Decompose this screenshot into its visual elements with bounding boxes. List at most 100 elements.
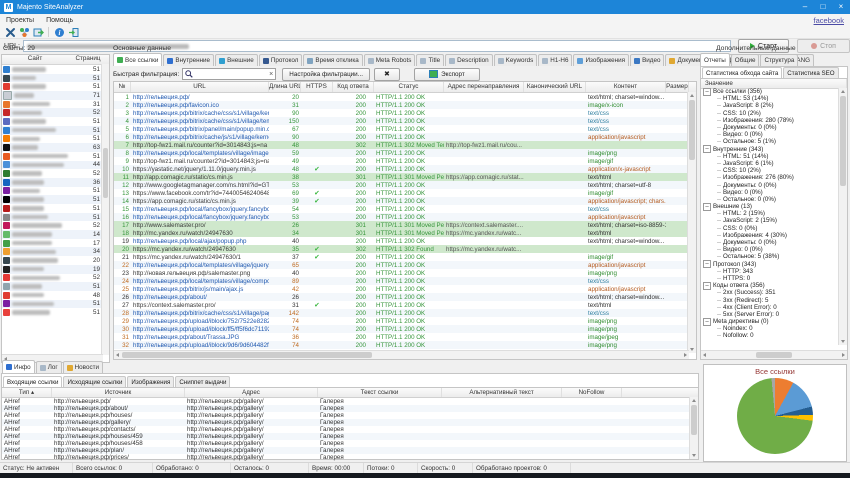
tree-node[interactable]: JavaScript: 6 (1%) <box>701 160 839 167</box>
links-subtab[interactable]: Входящие ссылки <box>3 376 62 387</box>
site-row[interactable]: 34 <box>2 247 109 256</box>
site-row[interactable]: 31 <box>2 100 109 109</box>
tree-node[interactable]: –Протокол (343) <box>701 261 839 268</box>
site-row[interactable]: 51 <box>2 135 109 144</box>
export-icon[interactable] <box>31 26 45 38</box>
site-row[interactable]: 51 <box>2 152 109 161</box>
column-header[interactable]: Канонический URL <box>524 82 586 92</box>
tab-description[interactable]: Description <box>445 54 493 66</box>
stats-horizontal-scrollbar[interactable] <box>701 350 847 359</box>
right-tab-общие[interactable]: Общие <box>731 54 760 66</box>
table-row[interactable]: 28http://гельвеция.рф/bitrix/cache/css/s… <box>114 309 696 317</box>
incoming-link-row[interactable]: AHrefhttp://гельвеция.рф/http://гельвеци… <box>2 398 698 405</box>
site-row[interactable]: 14 <box>2 230 109 239</box>
table-row[interactable]: 32http://гельвеция.рф/upload/iblock/9d6/… <box>114 341 696 349</box>
menu-projects[interactable]: Проекты <box>0 17 40 24</box>
tree-node[interactable]: Документы: 0 (0%) <box>701 181 839 188</box>
table-row[interactable]: 3http://гельвеция.рф/bitrix/cache/css/s1… <box>114 109 696 117</box>
filter-reset-button[interactable]: ✖ <box>374 68 400 81</box>
column-header[interactable]: Адрес <box>185 388 318 397</box>
table-row[interactable]: 18http://mc.yandex.ru/watch/249476303430… <box>114 229 696 237</box>
site-row[interactable]: 51 <box>2 82 109 91</box>
tree-node[interactable]: –Коды ответа (356) <box>701 282 839 289</box>
table-row[interactable]: 23http://новая.гельвеция.рф/salemaster.p… <box>114 269 696 277</box>
tree-node[interactable]: –Внутренние (343) <box>701 146 839 153</box>
table-row[interactable]: 27https://context.salemaster.pro/31✔200H… <box>114 301 696 309</box>
stats-subtab[interactable]: Статистика обхода сайта <box>702 67 782 78</box>
table-row[interactable]: 21https://mc.yandex.ru/watch/24947630/13… <box>114 253 696 261</box>
table-row[interactable]: 14https://app.comagic.ru/static/cs.min.j… <box>114 197 696 205</box>
right-tab-структура[interactable]: Структура <box>760 54 798 66</box>
tab--[interactable]: Внешние <box>215 54 258 66</box>
column-header[interactable]: Контент <box>586 82 666 92</box>
site-row[interactable]: 51 <box>2 282 109 291</box>
tree-node[interactable]: HTTPS: 0 <box>701 275 839 282</box>
info-icon[interactable]: i <box>52 26 66 38</box>
incoming-vertical-scrollbar[interactable] <box>689 397 698 459</box>
table-row[interactable]: 19http://гельвеция.рф/local/ajax/popup.p… <box>114 237 696 245</box>
site-row[interactable]: 51 <box>2 204 109 213</box>
stats-subtab[interactable]: Статистика SEO <box>783 67 838 78</box>
table-row[interactable]: 10https://yastatic.net/jquery/1.11.0/jqu… <box>114 165 696 173</box>
table-row[interactable]: 9http://top-fwz1.mail.ru/counter2?id=301… <box>114 157 696 165</box>
bottom-tab-новости[interactable]: Новости <box>63 361 103 373</box>
expand-collapse-icon[interactable]: – <box>703 145 711 153</box>
site-row[interactable]: 52 <box>2 274 109 283</box>
expand-collapse-icon[interactable]: – <box>703 318 711 326</box>
column-header[interactable]: Текст ссылки <box>318 388 442 397</box>
site-row[interactable]: 52 <box>2 169 109 178</box>
col-site[interactable]: Сайт <box>2 55 68 64</box>
exit-icon[interactable] <box>66 26 80 38</box>
bottom-tab-лог[interactable]: Лог <box>36 361 62 373</box>
column-header[interactable]: Адрес перенаправления <box>444 82 524 92</box>
links-subtab[interactable]: Исходящие ссылки <box>63 376 126 387</box>
site-row[interactable]: 51 <box>2 213 109 222</box>
tree-node[interactable]: Изображения: 280 (78%) <box>701 117 839 124</box>
tree-node[interactable]: HTML: 2 (15%) <box>701 210 839 217</box>
close-button[interactable]: × <box>832 0 850 14</box>
site-row[interactable]: 44 <box>2 161 109 170</box>
tab-keywords[interactable]: Keywords <box>494 54 538 66</box>
expand-collapse-icon[interactable]: – <box>703 88 711 96</box>
minimize-button[interactable]: – <box>796 0 814 14</box>
sites-vertical-scrollbar[interactable] <box>101 64 109 355</box>
table-row[interactable]: 16http://гельвеция.рф/local/fancybox/jqu… <box>114 213 696 221</box>
projects-icon[interactable] <box>17 26 31 38</box>
site-row[interactable]: 51 <box>2 117 109 126</box>
column-header[interactable]: Длина URL <box>269 82 301 92</box>
column-header[interactable]: Размер <box>666 82 689 92</box>
export-button[interactable]: Экспорт <box>414 68 480 81</box>
col-pages[interactable]: Страниц <box>68 55 108 64</box>
table-row[interactable]: 20https://mc.yandex.ru/watch/2494763035✔… <box>114 245 696 253</box>
site-row[interactable]: 51 <box>2 300 109 309</box>
site-row[interactable]: 17 <box>2 239 109 248</box>
tab-all-links[interactable]: Все ссылки <box>113 53 162 66</box>
table-row[interactable]: 13https://www.facebook.com/tr?id=7440054… <box>114 189 696 197</box>
tree-node[interactable]: Изображения: 276 (80%) <box>701 174 839 181</box>
table-row[interactable]: 8http://гельвеция.рф/local/templates/vil… <box>114 149 696 157</box>
filter-settings-button[interactable]: Настройка фильтрации... <box>282 68 370 81</box>
site-row[interactable]: 52 <box>2 221 109 230</box>
table-row[interactable]: 11http://app.comagic.ru/static/cs.min.js… <box>114 173 696 181</box>
tab--[interactable]: Протокол <box>259 54 303 66</box>
tab--[interactable]: Видео <box>630 54 664 66</box>
table-row[interactable]: 5http://гельвеция.рф/bitrix/panel/main/p… <box>114 125 696 133</box>
maximize-button[interactable]: □ <box>814 0 832 14</box>
tab--[interactable]: Время отклика <box>303 54 362 66</box>
table-row[interactable]: 2http://гельвеция.рф/favicon.ico31200HTT… <box>114 101 696 109</box>
incoming-link-row[interactable]: AHrefhttp://гельвеция.рф/prices/http://г… <box>2 454 698 461</box>
tab-title[interactable]: Title <box>416 54 444 66</box>
tree-node[interactable]: HTTP: 343 <box>701 268 839 275</box>
links-subtab[interactable]: Изображения <box>127 376 174 387</box>
tree-node[interactable]: Видео: 0 (0%) <box>701 131 839 138</box>
site-row[interactable]: 51 <box>2 65 109 74</box>
tab--[interactable]: Внутренние <box>163 54 214 66</box>
tree-node[interactable]: Остальное: 0 (0%) <box>701 196 839 203</box>
column-header[interactable]: № <box>114 82 131 92</box>
site-row[interactable]: 51 <box>2 187 109 196</box>
tab-meta-robots[interactable]: Meta Robots <box>364 54 416 66</box>
tree-node[interactable]: Документы: 0 (0%) <box>701 124 839 131</box>
links-vertical-scrollbar[interactable] <box>687 92 696 353</box>
site-row[interactable]: 71 <box>2 91 109 100</box>
expand-collapse-icon[interactable]: – <box>703 260 711 268</box>
